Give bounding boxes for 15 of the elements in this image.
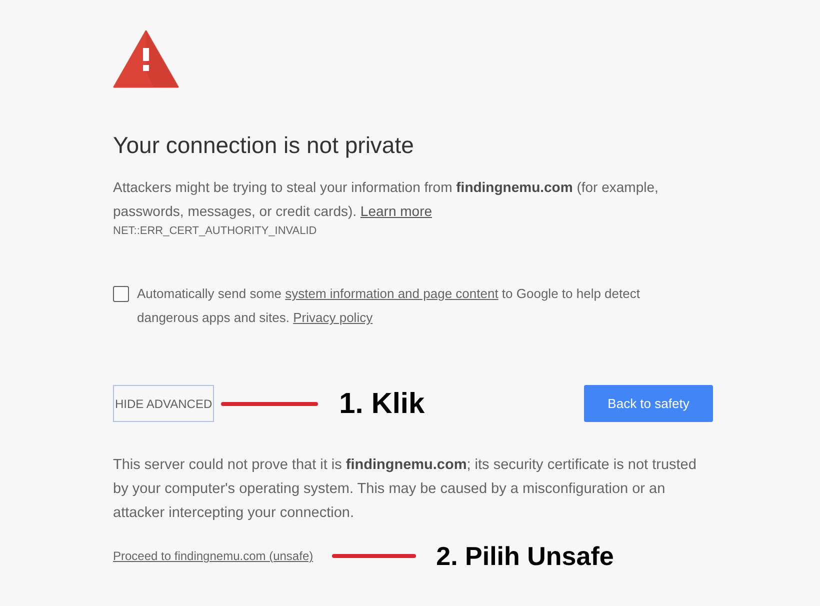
details-message: This server could not prove that it is findingnemu.com; its security certificate is not trusted by your computer's operating system. This may be caused by a misconfiguration or an attacker intercepting your connection.: [113, 456, 698, 523]
warning-icon: [113, 30, 179, 88]
report-checkbox[interactable]: [113, 286, 129, 302]
proceed-link[interactable]: Proceed to findingnemu.com (unsafe): [113, 548, 314, 564]
error-code: NET::ERR_CERT_AUTHORITY_INVALID: [113, 224, 318, 239]
back-to-safety-button[interactable]: Back to safety: [584, 385, 713, 422]
learn-more-link[interactable]: Learn more: [360, 203, 432, 219]
hide-advanced-button[interactable]: HIDE ADVANCED: [113, 385, 214, 422]
report-option-text: Automatically send some system information and page content to Google to help detect dangerous apps and sites. Privacy policy: [137, 285, 641, 327]
annotation-label: 1. Klik: [339, 388, 425, 420]
privacy-policy-link[interactable]: Privacy policy: [293, 310, 373, 325]
annotation-label: 2. Pilih Unsafe: [436, 540, 614, 572]
system-information-link[interactable]: system information and page content: [285, 286, 498, 301]
warning-message: Attackers might be trying to steal your information from findingnemu.com (for example, passwords, messages, or credit cards). Learn more: [113, 178, 660, 221]
page-title: Your connection is not private: [113, 131, 415, 160]
